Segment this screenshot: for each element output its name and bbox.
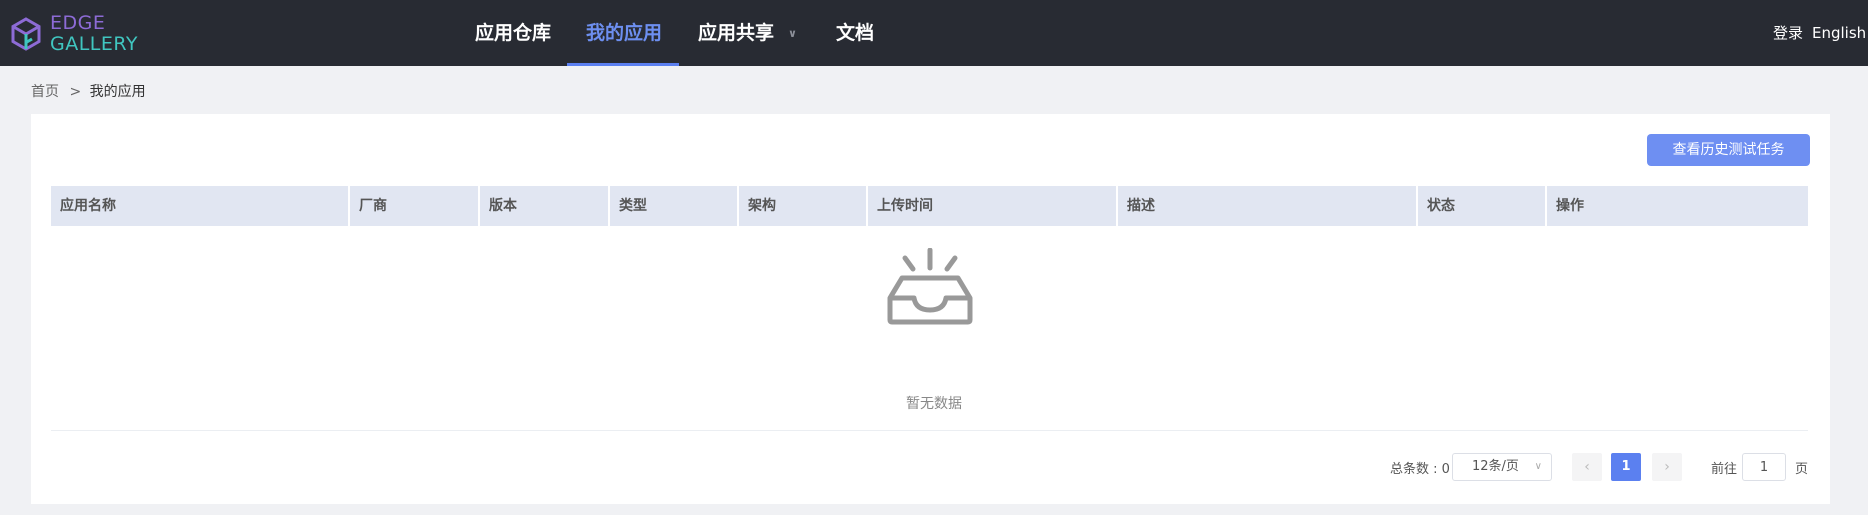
page-number-current[interactable]: 1	[1611, 453, 1641, 481]
column-header-version: 版本	[480, 186, 610, 226]
breadcrumb-separator: >	[69, 84, 82, 100]
nav-item-app-store[interactable]: 应用仓库	[475, 0, 551, 66]
prev-page-button[interactable]: ‹	[1572, 453, 1602, 481]
logo-text-line2: GALLERY	[50, 33, 138, 55]
goto-label: 前往	[1711, 462, 1738, 477]
edgegallery-logo[interactable]: EDGE GALLERY	[10, 12, 138, 55]
language-switch[interactable]: English	[1812, 0, 1866, 66]
logo-text-line1: EDGE	[50, 12, 106, 34]
table-header: 应用名称 厂商 版本 类型 架构 上传时间 描述 状态 操作	[51, 186, 1808, 226]
breadcrumb: 首页 > 我的应用	[31, 81, 146, 101]
page-suffix-label: 页	[1795, 462, 1809, 477]
empty-inbox-icon	[887, 248, 973, 325]
chevron-down-icon: ∨	[1534, 461, 1542, 472]
nav-item-app-share-label: 应用共享	[698, 22, 775, 44]
nav-item-docs[interactable]: 文档	[836, 0, 874, 66]
column-header-actions: 操作	[1556, 198, 1584, 214]
column-header-description: 描述	[1118, 186, 1418, 226]
top-navbar: EDGE GALLERY 应用仓库 我的应用 应用共享 ∨ 文档 登录 Engli…	[0, 0, 1868, 66]
page-size-value: 12条/页	[1472, 459, 1519, 474]
page-size-select[interactable]: 12条/页 ∨	[1452, 453, 1552, 481]
table-divider	[51, 430, 1808, 431]
column-header-architecture: 架构	[739, 186, 868, 226]
chevron-down-icon: ∨	[788, 26, 797, 40]
column-header-upload-time: 上传时间	[868, 186, 1118, 226]
column-header-app-name: 应用名称	[51, 186, 350, 226]
column-header-vendor: 厂商	[350, 186, 480, 226]
active-tab-indicator	[567, 63, 679, 66]
total-count: 总条数 : 0	[1390, 462, 1450, 477]
nav-item-my-apps[interactable]: 我的应用	[586, 0, 662, 66]
breadcrumb-home[interactable]: 首页	[31, 84, 59, 100]
column-header-type: 类型	[610, 186, 739, 226]
breadcrumb-current: 我的应用	[89, 84, 146, 100]
goto-page-input[interactable]	[1742, 453, 1786, 481]
next-page-button[interactable]: ›	[1652, 453, 1682, 481]
empty-state-text: 暂无数据	[906, 396, 962, 412]
cube-logo-icon	[11, 17, 41, 51]
column-header-status: 状态	[1418, 186, 1547, 226]
nav-item-app-share[interactable]: 应用共享 ∨	[698, 0, 797, 66]
login-link[interactable]: 登录	[1773, 0, 1803, 66]
view-history-test-tasks-button[interactable]: 查看历史测试任务	[1647, 134, 1810, 166]
